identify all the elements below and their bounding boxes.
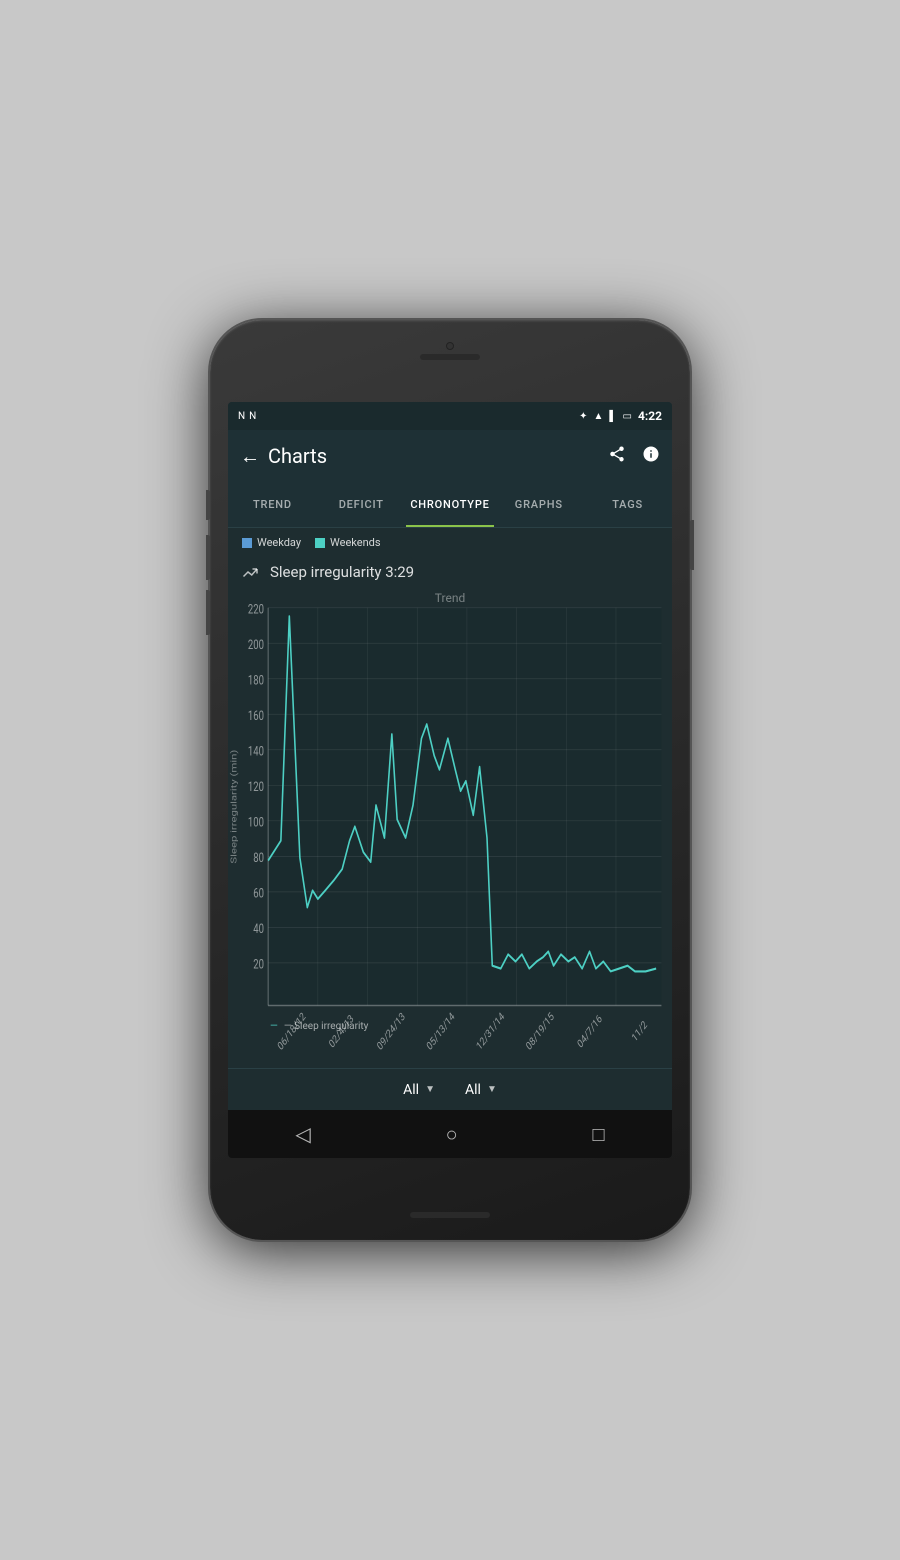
volume-button-top xyxy=(206,490,210,520)
svg-text:180: 180 xyxy=(248,673,264,688)
weekend-color-box xyxy=(315,538,325,548)
phone-top-bezel xyxy=(420,342,480,360)
share-button[interactable] xyxy=(608,445,626,468)
app-bar-actions xyxy=(608,445,660,468)
sleep-irregularity-value: Sleep irregularity 3:29 xyxy=(270,563,414,581)
tab-deficit[interactable]: DEFICIT xyxy=(317,482,406,527)
sleep-irregularity-header: Sleep irregularity 3:29 xyxy=(228,557,672,585)
back-button[interactable]: ← xyxy=(240,444,260,469)
svg-text:160: 160 xyxy=(248,709,264,724)
svg-text:40: 40 xyxy=(253,922,264,937)
app-bar-title: Charts xyxy=(268,444,608,468)
svg-text:08/19/15: 08/19/15 xyxy=(525,1010,557,1053)
tabs-bar: TREND DEFICIT CHRONOTYPE GRAPHS TAGS xyxy=(228,482,672,528)
front-camera xyxy=(446,342,454,350)
svg-text:200: 200 xyxy=(248,638,264,653)
tab-graphs[interactable]: GRAPHS xyxy=(494,482,583,527)
dropdown-arrow-2: ▼ xyxy=(487,1084,497,1095)
battery-icon: ▭ xyxy=(623,411,632,422)
svg-text:220: 220 xyxy=(248,602,264,617)
svg-text:20: 20 xyxy=(253,957,264,972)
nav-recent-button[interactable]: □ xyxy=(592,1122,604,1147)
svg-text:05/13/14: 05/13/14 xyxy=(425,1010,457,1053)
main-content: Weekday Weekends Sleep irregularity 3:29 xyxy=(228,528,672,1110)
tab-trend[interactable]: TREND xyxy=(228,482,317,527)
notification-icon-2: N xyxy=(249,411,256,422)
app-bar: ← Charts xyxy=(228,430,672,482)
bluetooth-icon: ✦ xyxy=(579,411,587,422)
status-right-icons: ✦ ▲ ▌ ▭ 4:22 xyxy=(579,409,662,423)
weekday-color-box xyxy=(242,538,252,548)
tab-chronotype[interactable]: CHRONOTYPE xyxy=(406,482,495,527)
power-button xyxy=(690,520,694,570)
signal-icon: ▌ xyxy=(609,411,616,422)
filter-dropdown-2[interactable]: All ▼ xyxy=(465,1082,497,1098)
svg-text:140: 140 xyxy=(248,744,264,759)
tab-tags[interactable]: TAGS xyxy=(583,482,672,527)
filter1-label: All xyxy=(403,1082,419,1098)
phone-bottom-bezel xyxy=(410,1212,490,1218)
wifi-icon: ▲ xyxy=(594,411,604,422)
svg-text:09/24/13: 09/24/13 xyxy=(376,1011,408,1054)
bottom-speaker xyxy=(410,1212,490,1218)
svg-text:120: 120 xyxy=(248,780,264,795)
status-time: 4:22 xyxy=(638,409,662,423)
weekend-label: Weekends xyxy=(330,536,381,549)
dropdown-arrow-1: ▼ xyxy=(425,1084,435,1095)
phone-device: N N ✦ ▲ ▌ ▭ 4:22 ← Charts xyxy=(210,320,690,1240)
chart-legend: — — Sleep irregularity xyxy=(270,1021,368,1032)
legend-weekday: Weekday xyxy=(242,536,301,549)
info-button[interactable] xyxy=(642,445,660,468)
trend-icon xyxy=(242,563,260,581)
svg-text:11/2: 11/2 xyxy=(630,1019,649,1045)
notification-icon-1: N xyxy=(238,411,245,422)
svg-text:100: 100 xyxy=(248,815,264,830)
weekday-label: Weekday xyxy=(257,536,301,549)
legend: Weekday Weekends xyxy=(228,528,672,557)
status-left-icons: N N xyxy=(238,411,256,422)
status-bar: N N ✦ ▲ ▌ ▭ 4:22 xyxy=(228,402,672,430)
chart-legend-icon: — xyxy=(270,1021,278,1032)
bottom-controls: All ▼ All ▼ xyxy=(228,1068,672,1110)
nav-home-button[interactable]: ○ xyxy=(446,1122,458,1147)
filter2-label: All xyxy=(465,1082,481,1098)
trend-chart-svg: 220 200 180 160 140 120 100 80 60 40 20 … xyxy=(228,585,672,1068)
earpiece-speaker xyxy=(420,354,480,360)
nav-bar: ◁ ○ □ xyxy=(228,1110,672,1158)
nav-back-button[interactable]: ◁ xyxy=(295,1122,310,1146)
volume-button-mid xyxy=(206,535,210,580)
filter-dropdown-1[interactable]: All ▼ xyxy=(403,1082,435,1098)
legend-weekend: Weekends xyxy=(315,536,381,549)
chart-container: Trend xyxy=(228,585,672,1068)
svg-text:12/31/14: 12/31/14 xyxy=(475,1010,507,1053)
volume-button-bot xyxy=(206,590,210,635)
chart-legend-label: — Sleep irregularity xyxy=(284,1021,369,1032)
phone-body: N N ✦ ▲ ▌ ▭ 4:22 ← Charts xyxy=(210,320,690,1240)
svg-text:Sleep irregularity (min): Sleep irregularity (min) xyxy=(229,750,239,864)
svg-text:80: 80 xyxy=(253,851,264,866)
svg-text:60: 60 xyxy=(253,886,264,901)
phone-screen: N N ✦ ▲ ▌ ▭ 4:22 ← Charts xyxy=(228,402,672,1158)
svg-text:04/7/16: 04/7/16 xyxy=(576,1013,604,1051)
